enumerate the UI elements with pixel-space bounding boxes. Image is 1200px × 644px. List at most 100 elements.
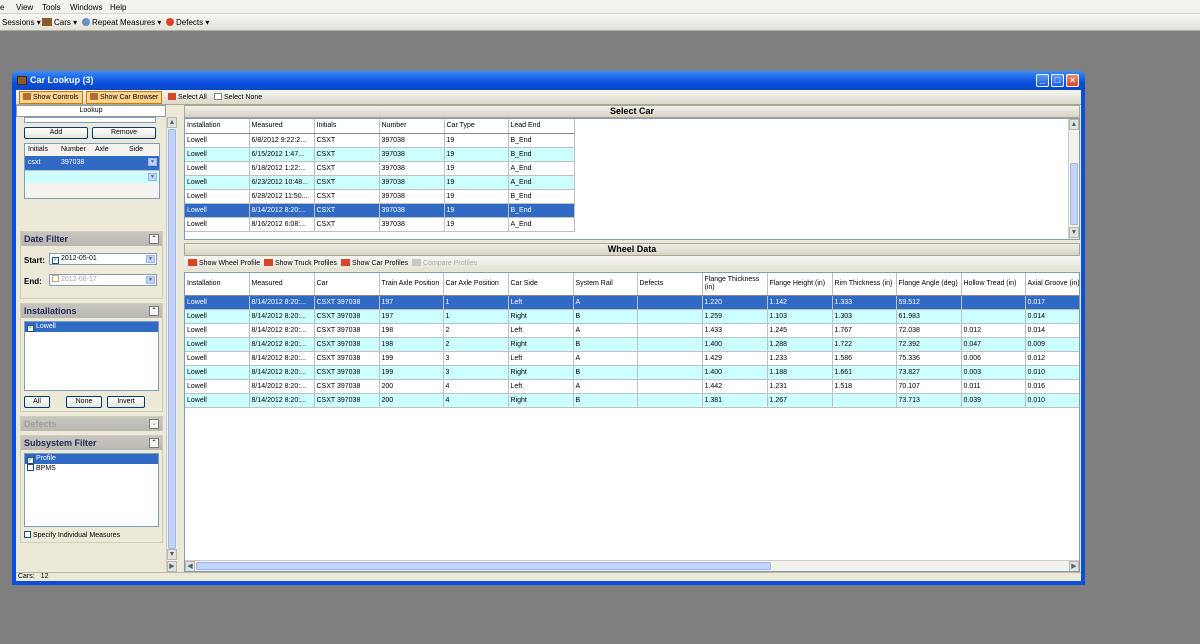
collapse-icon[interactable]: ⌃ (149, 234, 159, 244)
calendar-dropdown-icon[interactable]: ▼ (146, 276, 155, 284)
column-header[interactable]: Measured (249, 119, 315, 134)
minimize-button[interactable]: _ (1036, 74, 1049, 87)
column-header[interactable]: Train Axle Position (379, 273, 444, 296)
car-entry-field[interactable] (24, 117, 156, 123)
individual-measures-option[interactable]: Specify Individual Measures (24, 531, 120, 539)
column-header[interactable]: Measured (249, 273, 315, 296)
hscroll-thumb[interactable] (196, 562, 771, 570)
menu-help[interactable]: Help (110, 3, 126, 12)
column-header[interactable]: Flange Thickness (in) (702, 273, 768, 296)
sessions-menu-button[interactable]: Sessions ▾ (2, 18, 41, 27)
show-controls-button[interactable]: Show Controls (19, 91, 83, 104)
column-header[interactable]: Number (379, 119, 445, 134)
vertical-splitter[interactable] (177, 105, 184, 572)
column-header[interactable]: Installation (185, 273, 250, 296)
table-row[interactable]: Lowell 8/14/2012 8:20:... CSXT 397038 199 3 L… (185, 351, 1079, 366)
show-car-profiles-button[interactable]: Show Car Profiles (337, 257, 412, 270)
show-truck-profiles-button[interactable]: Show Truck Profiles (260, 257, 341, 270)
menu-view[interactable]: View (16, 3, 33, 12)
collapse-icon[interactable]: ⌃ (149, 438, 159, 448)
table-row[interactable]: Lowell 6/23/2012 10:48... CSXT 397038 19 A_En… (185, 175, 575, 190)
add-button[interactable]: Add (24, 127, 88, 139)
scroll-down-icon[interactable]: ▼ (1069, 227, 1079, 238)
defects-header[interactable]: Defects ⌄ (21, 417, 162, 431)
table-row[interactable]: Lowell 6/28/2012 11:50... CSXT 397038 19 B_En… (185, 189, 575, 204)
scroll-up-icon[interactable]: ▲ (1069, 119, 1079, 130)
column-header[interactable]: Hollow Tread (in) (961, 273, 1026, 296)
menu-file[interactable]: e (0, 3, 4, 12)
select-car-scrollbar[interactable]: ▲ ▼ (1068, 119, 1079, 239)
menu-windows[interactable]: Windows (70, 3, 102, 12)
show-car-browser-button[interactable]: Show Car Browser (86, 91, 163, 104)
select-none-button[interactable]: Select None (210, 91, 266, 104)
table-row[interactable]: Lowell 8/16/2012 6:08:... CSXT 397038 19 A_En… (185, 217, 575, 232)
table-row[interactable]: Lowell 8/14/2012 8:20:... CSXT 397038 198 2 R… (185, 337, 1079, 352)
start-checkbox[interactable]: ✓ (52, 257, 59, 264)
column-header[interactable]: System Rail (573, 273, 638, 296)
table-row[interactable]: Lowell 6/15/2012 1:47... CSXT 397038 19 B_End (185, 147, 575, 162)
side-dropdown-arrow[interactable]: ▼ (148, 158, 157, 166)
left-panel-scrollbar[interactable]: ▲ ▼ ▶ (166, 117, 177, 572)
installations-header[interactable]: Installations ⌃ (21, 304, 162, 318)
table-row[interactable]: Lowell 8/14/2012 8:20:... CSXT 397038 199 3 R… (185, 365, 1079, 380)
profile-checkbox[interactable]: ✓ (27, 457, 34, 464)
scroll-left-icon[interactable]: ◀ (185, 561, 195, 571)
close-button[interactable]: × (1066, 74, 1079, 87)
column-header[interactable]: Car (314, 273, 380, 296)
table-row[interactable]: Lowell 8/14/2012 8:20:... CSXT 397038 197 1 L… (185, 295, 1079, 310)
end-date-picker[interactable]: 2012-08-17 ▼ (49, 274, 157, 286)
window-titlebar[interactable]: Car Lookup (3) _ □ × (12, 71, 1085, 90)
car-id-new-row[interactable]: ▼ (25, 170, 159, 183)
individual-measures-checkbox[interactable] (24, 531, 31, 538)
defects-menu-button[interactable]: Defects ▾ (166, 18, 209, 27)
collapse-icon[interactable]: ⌃ (149, 306, 159, 316)
date-filter-header[interactable]: Date Filter ⌃ (21, 232, 162, 246)
menu-tools[interactable]: Tools (42, 3, 61, 12)
column-header[interactable]: Initials (314, 119, 380, 134)
repeat-measures-button[interactable]: Repeat Measures ▾ (82, 18, 161, 27)
column-header[interactable]: Flange Height (in) (767, 273, 833, 296)
lookup-tab[interactable]: Lookup (16, 105, 166, 117)
bpms-checkbox[interactable] (27, 464, 34, 471)
maximize-button[interactable]: □ (1051, 74, 1064, 87)
table-row[interactable]: Lowell 8/14/2012 8:20:... CSXT 397038 19 B_En… (185, 203, 575, 218)
table-row[interactable]: Lowell 8/14/2012 8:20:... CSXT 397038 197 1 R… (185, 309, 1079, 324)
scroll-down-icon[interactable]: ▼ (167, 549, 177, 560)
none-button[interactable]: None (66, 396, 102, 408)
column-header[interactable]: Installation (185, 119, 250, 134)
end-checkbox[interactable] (52, 275, 59, 282)
invert-button[interactable]: Invert (107, 396, 145, 408)
expand-icon[interactable]: ⌄ (149, 419, 159, 429)
show-wheel-profile-button[interactable]: Show Wheel Profile (184, 257, 264, 270)
compare-profiles-button[interactable]: Compare Profiles (408, 257, 481, 270)
subsystem-item-profile[interactable]: ✓ Profile (25, 454, 158, 464)
select-all-button[interactable]: Select All (164, 91, 211, 104)
column-header[interactable]: Axial Groove (in) (1025, 273, 1079, 296)
table-row[interactable]: Lowell 8/14/2012 8:20:... CSXT 397038 200 4 R… (185, 393, 1079, 408)
car-id-row[interactable]: csxt 397038 ▼ (25, 156, 159, 170)
subsystem-filter-header[interactable]: Subsystem Filter ⌃ (21, 436, 162, 450)
column-header[interactable]: Car Type (444, 119, 509, 134)
subsystem-item-bpms[interactable]: BPMS (25, 464, 158, 474)
table-row[interactable]: Lowell 8/14/2012 8:20:... CSXT 397038 198 2 L… (185, 323, 1079, 338)
lowell-checkbox[interactable]: ✓ (27, 325, 34, 332)
start-date-picker[interactable]: ✓ 2012-05-01 ▼ (49, 253, 157, 265)
calendar-dropdown-icon[interactable]: ▼ (146, 255, 155, 263)
column-header[interactable]: Flange Angle (deg) (896, 273, 962, 296)
table-row[interactable]: Lowell 6/18/2012 1:22:... CSXT 397038 19 A_En… (185, 161, 575, 176)
cars-menu-button[interactable]: Cars ▾ (42, 18, 77, 27)
scroll-right-icon[interactable]: ▶ (167, 561, 177, 572)
column-header[interactable]: Lead End (508, 119, 575, 134)
scroll-thumb[interactable] (168, 129, 176, 549)
scroll-right-icon[interactable]: ▶ (1069, 561, 1079, 571)
wheel-data-hscrollbar[interactable]: ◀ ▶ (185, 560, 1079, 571)
installation-item-lowell[interactable]: ✓ Lowell (25, 322, 158, 332)
scroll-up-icon[interactable]: ▲ (167, 117, 177, 128)
column-header[interactable]: Defects (637, 273, 703, 296)
table-row[interactable]: Lowell 6/8/2012 9:22:2... CSXT 397038 19 B_En… (185, 133, 575, 148)
column-header[interactable]: Car Axle Position (443, 273, 509, 296)
new-row-dropdown-arrow[interactable]: ▼ (148, 173, 157, 181)
column-header[interactable]: Car Side (508, 273, 574, 296)
table-row[interactable]: Lowell 8/14/2012 8:20:... CSXT 397038 200 4 L… (185, 379, 1079, 394)
scroll-thumb[interactable] (1070, 163, 1078, 225)
